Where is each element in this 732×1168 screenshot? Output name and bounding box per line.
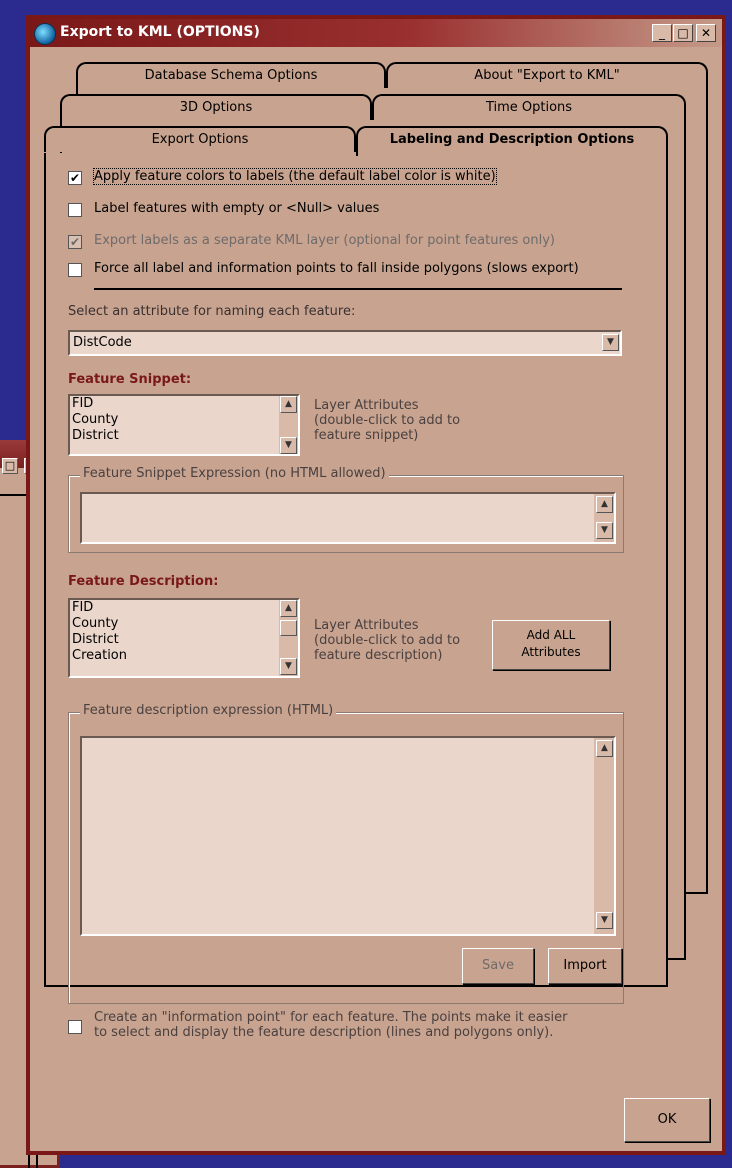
description-expression-input[interactable] [80, 736, 616, 936]
scroll-down-icon[interactable]: ▼ [596, 522, 613, 539]
tab-3d-options[interactable]: 3D Options [60, 94, 372, 120]
scroll-thumb[interactable] [280, 620, 297, 636]
description-hint-line: Layer Attributes [314, 618, 419, 633]
maximize-button[interactable]: □ [673, 24, 693, 42]
save-button[interactable]: Save [462, 948, 534, 984]
apply-colors-label[interactable]: Apply feature colors to labels (the defa… [93, 168, 497, 185]
chevron-down-icon[interactable]: ▼ [602, 334, 619, 351]
scroll-up-icon[interactable]: ▲ [596, 496, 613, 513]
description-hint: Layer Attributes (double-click to add to… [314, 618, 460, 663]
snippet-hint-line: (double-click to add to [314, 413, 461, 428]
tab-about[interactable]: About "Export to KML" [386, 62, 708, 88]
ok-button[interactable]: OK [624, 1098, 710, 1142]
add-all-line: Attributes [521, 645, 581, 659]
tab-labeling-description[interactable]: Labeling and Description Options [356, 126, 668, 156]
description-hint-line: feature description) [314, 648, 443, 663]
scroll-down-icon[interactable]: ▼ [280, 658, 297, 675]
snippet-expression-legend: Feature Snippet Expression (no HTML allo… [80, 466, 389, 481]
scroll-down-icon[interactable]: ▼ [280, 437, 297, 454]
tab-database-schema[interactable]: Database Schema Options [76, 62, 386, 88]
snippet-attribute-list[interactable]: FID County District [68, 394, 300, 456]
snippet-hint-line: Layer Attributes [314, 398, 419, 413]
scroll-up-icon[interactable]: ▲ [280, 600, 297, 617]
list-item[interactable]: District [70, 428, 298, 444]
close-button[interactable]: ✕ [696, 24, 716, 42]
tab-time-options[interactable]: Time Options [372, 94, 686, 120]
scroll-up-icon[interactable]: ▲ [596, 740, 613, 757]
list-item[interactable]: County [70, 412, 298, 428]
force-inside-label[interactable]: Force all label and information points t… [94, 261, 579, 276]
globe-icon [34, 23, 56, 45]
force-inside-checkbox[interactable] [68, 263, 82, 277]
description-attribute-list[interactable]: FID County District Creation [68, 598, 300, 678]
naming-attribute-select[interactable]: DistCode [68, 330, 622, 356]
naming-prompt: Select an attribute for naming each feat… [68, 304, 356, 319]
list-item[interactable]: District [70, 632, 298, 648]
window-title: Export to KML (OPTIONS) [60, 24, 260, 40]
tab-export-options[interactable]: Export Options [44, 126, 356, 152]
info-point-label[interactable]: Create an "information point" for each f… [94, 1010, 568, 1040]
info-point-line: Create an "information point" for each f… [94, 1010, 568, 1025]
description-hint-line: (double-click to add to [314, 633, 461, 648]
label-empty-label[interactable]: Label features with empty or <Null> valu… [94, 201, 379, 216]
list-item[interactable]: FID [70, 396, 298, 412]
apply-colors-checkbox[interactable]: ✔ [68, 171, 82, 185]
export-separate-checkbox: ✔ [68, 235, 82, 249]
naming-selected-value: DistCode [73, 335, 132, 350]
import-button[interactable]: Import [548, 948, 622, 984]
description-expression-legend: Feature description expression (HTML) [80, 703, 337, 718]
add-all-attributes-button[interactable]: Add ALL Attributes [492, 620, 610, 670]
description-heading: Feature Description: [68, 574, 219, 589]
list-item[interactable]: FID [70, 600, 298, 616]
background-maximize-button[interactable]: □ [2, 458, 18, 474]
snippet-hint: Layer Attributes (double-click to add to… [314, 398, 460, 443]
info-point-line: to select and display the feature descri… [94, 1025, 554, 1040]
label-empty-checkbox[interactable] [68, 203, 82, 217]
minimize-button[interactable]: _ [652, 24, 672, 42]
scroll-up-icon[interactable]: ▲ [280, 396, 297, 413]
snippet-expression-input[interactable] [80, 492, 616, 544]
scroll-down-icon[interactable]: ▼ [596, 912, 613, 929]
list-item[interactable]: County [70, 616, 298, 632]
snippet-heading: Feature Snippet: [68, 372, 192, 387]
snippet-hint-line: feature snippet) [314, 428, 419, 443]
list-item[interactable]: Creation [70, 648, 298, 664]
description-expression-scrollbar[interactable] [594, 738, 614, 934]
add-all-line: Add ALL [526, 628, 576, 642]
info-point-checkbox[interactable] [68, 1020, 82, 1034]
export-separate-label: Export labels as a separate KML layer (o… [94, 233, 555, 248]
divider [94, 288, 622, 290]
